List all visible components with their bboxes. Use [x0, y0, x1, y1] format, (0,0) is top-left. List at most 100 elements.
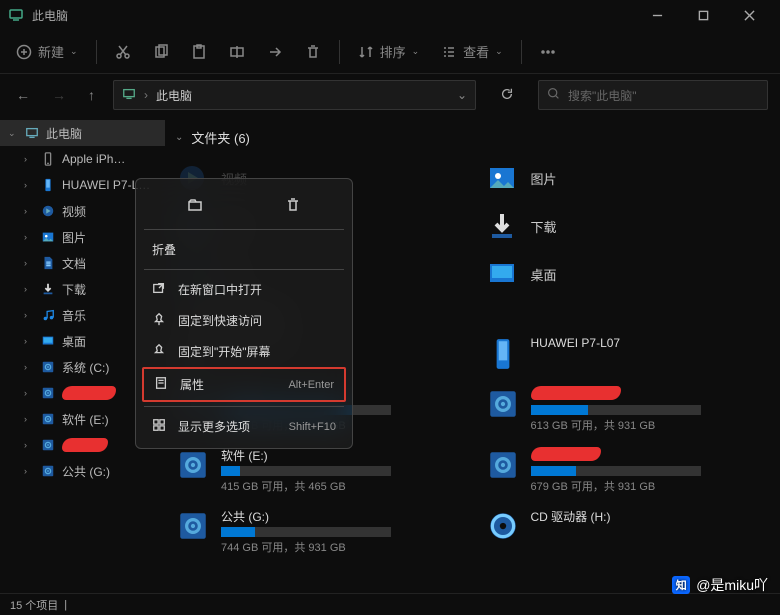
sidebar-item-label: 系统 (C:) — [62, 359, 109, 376]
phone-icon — [40, 151, 56, 167]
drive-icon — [40, 437, 56, 453]
drive-icon — [175, 447, 211, 483]
ctx-open-new-window[interactable]: 在新窗口中打开 — [142, 274, 346, 305]
redacted-label — [531, 447, 601, 461]
new-button[interactable]: 新建 ⌄ — [6, 36, 88, 67]
download-icon — [485, 209, 519, 243]
drive-item[interactable]: 679 GB 可用，共 931 GB — [485, 445, 771, 496]
folder-item[interactable]: 桌面 — [485, 253, 771, 295]
drive-item[interactable]: HUAWEI P7-L07 — [485, 334, 771, 374]
zhihu-icon: 知 — [672, 576, 690, 594]
maximize-button[interactable] — [680, 0, 726, 30]
up-button[interactable]: ↑ — [84, 83, 99, 107]
chevron-down-icon: ⌄ — [495, 46, 503, 57]
copy-button[interactable] — [143, 38, 179, 66]
new-window-icon — [152, 281, 168, 298]
close-button[interactable] — [726, 0, 772, 30]
ctx-properties[interactable]: 属性 Alt+Enter — [142, 367, 346, 402]
refresh-button[interactable] — [490, 87, 524, 104]
drive-usage-text: 415 GB 可用，共 465 GB — [221, 478, 461, 494]
drive-item[interactable]: 613 GB 可用，共 931 GB — [485, 384, 771, 435]
view-button[interactable]: 查看 ⌄ — [431, 36, 513, 67]
expander-icon[interactable]: › — [24, 180, 34, 190]
expander-icon[interactable]: › — [24, 336, 34, 346]
chevron-down-icon[interactable]: ⌄ — [457, 88, 467, 102]
ctx-pin-start[interactable]: 固定到"开始"屏幕 — [142, 336, 346, 367]
cut-button[interactable] — [105, 38, 141, 66]
download-icon — [40, 281, 56, 297]
minimize-button[interactable] — [634, 0, 680, 30]
expander-icon[interactable]: › — [24, 154, 34, 164]
sort-label: 排序 — [380, 42, 406, 61]
back-button[interactable]: ← — [12, 83, 34, 107]
drive-usage-bar — [221, 527, 391, 537]
rename-button[interactable] — [219, 38, 255, 66]
expander-icon[interactable]: › — [24, 414, 34, 424]
sidebar-item[interactable]: › 公共 (G:) — [0, 458, 165, 484]
picture-icon — [40, 229, 56, 245]
ctx-more-options[interactable]: 显示更多选项 Shift+F10 — [142, 411, 346, 442]
sidebar-item-label: 公共 (G:) — [62, 463, 110, 480]
ctx-collapse-label: 折叠 — [152, 241, 176, 258]
sidebar-item-label: 音乐 — [62, 307, 86, 324]
properties-icon — [154, 376, 170, 393]
view-label: 查看 — [463, 42, 489, 61]
sidebar-item-label: Apple iPh… — [62, 152, 125, 166]
address-bar[interactable]: › 此电脑 ⌄ — [113, 80, 476, 110]
ctx-more-label: 显示更多选项 — [178, 418, 250, 435]
sidebar-item[interactable]: › Apple iPh… — [0, 146, 165, 172]
expander-icon[interactable]: › — [24, 258, 34, 268]
sidebar-item[interactable]: ⌄此电脑 — [0, 120, 165, 146]
drive-icon — [40, 359, 56, 375]
chevron-down-icon: ⌄ — [412, 46, 420, 57]
drive-item[interactable]: 公共 (G:)744 GB 可用，共 931 GB — [175, 506, 461, 557]
sidebar-item-label: 视频 — [62, 203, 86, 220]
expander-icon[interactable]: › — [24, 440, 34, 450]
expander-icon[interactable]: › — [24, 206, 34, 216]
ctx-open-new-window-label: 在新窗口中打开 — [178, 281, 262, 298]
drive-usage-bar — [531, 466, 701, 476]
more-button[interactable] — [530, 38, 566, 66]
folder-item[interactable]: 图片 — [485, 157, 771, 199]
desktop-icon — [40, 333, 56, 349]
drive-item[interactable]: CD 驱动器 (H:) — [485, 506, 771, 557]
ctx-collapse[interactable]: 折叠 — [142, 234, 346, 265]
sort-button[interactable]: 排序 ⌄ — [348, 36, 430, 67]
breadcrumb[interactable]: 此电脑 — [156, 87, 192, 104]
share-button[interactable] — [257, 38, 293, 66]
redacted-label — [531, 386, 621, 400]
desktop-icon — [485, 257, 519, 291]
ctx-delete-icon[interactable] — [279, 191, 307, 219]
title-bar: 此电脑 — [0, 0, 780, 30]
forward-button[interactable]: → — [48, 83, 70, 107]
pin-icon — [152, 312, 168, 329]
expander-icon[interactable]: › — [24, 232, 34, 242]
expander-icon[interactable]: › — [24, 362, 34, 372]
pin-start-icon — [152, 343, 168, 360]
ctx-properties-shortcut: Alt+Enter — [288, 379, 334, 391]
ctx-open-icon[interactable] — [181, 191, 209, 219]
more-icon — [152, 418, 168, 435]
paste-button[interactable] — [181, 38, 217, 66]
expander-icon[interactable]: › — [24, 388, 34, 398]
drive-icon — [485, 386, 521, 422]
ctx-more-shortcut: Shift+F10 — [289, 421, 336, 433]
cd-icon — [485, 508, 521, 544]
delete-button[interactable] — [295, 38, 331, 66]
expander-icon[interactable]: › — [24, 284, 34, 294]
search-input[interactable]: 搜索"此电脑" — [538, 80, 768, 110]
drive-item[interactable]: 软件 (E:)415 GB 可用，共 465 GB — [175, 445, 461, 496]
picture-icon — [485, 161, 519, 195]
expander-icon[interactable]: ⌄ — [8, 128, 18, 139]
phone-blue-icon — [40, 177, 56, 193]
search-placeholder: 搜索"此电脑" — [568, 87, 637, 104]
expander-icon[interactable]: › — [24, 466, 34, 476]
folders-section-head[interactable]: ⌄ 文件夹 (6) — [175, 128, 770, 147]
folder-item[interactable]: 下载 — [485, 205, 771, 247]
status-bar: 15 个项目 | — [0, 593, 780, 615]
sidebar-item-label: 桌面 — [62, 333, 86, 350]
expander-icon[interactable]: › — [24, 310, 34, 320]
document-icon — [40, 255, 56, 271]
ctx-properties-label: 属性 — [180, 376, 204, 393]
ctx-pin-quick[interactable]: 固定到快速访问 — [142, 305, 346, 336]
